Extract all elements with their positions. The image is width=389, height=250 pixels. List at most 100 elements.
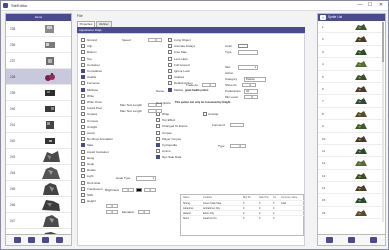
list-item[interactable]: 245 — [6, 181, 71, 197]
list-item[interactable]: 235 — [6, 21, 71, 37]
list-item[interactable]: 239 — [6, 85, 71, 101]
description-field[interactable]: This potion can only be consumed by Knig… — [174, 101, 274, 106]
list-item[interactable]: 246 — [6, 197, 71, 213]
flag-checkbox[interactable] — [168, 69, 172, 73]
flag-checkbox[interactable] — [156, 118, 160, 123]
duplicate-icon[interactable] — [42, 237, 49, 243]
flag-checkbox[interactable] — [81, 149, 85, 154]
flag-checkbox[interactable] — [81, 100, 85, 104]
sprite-list-item[interactable]: 14 — [318, 182, 385, 195]
flag-checkbox[interactable] — [81, 50, 85, 55]
type-select[interactable] — [238, 50, 258, 55]
flag-checkbox[interactable] — [81, 137, 85, 142]
flag-checkbox[interactable] — [81, 199, 85, 204]
flag-checkbox[interactable] — [168, 75, 172, 80]
trade-as-input[interactable]: 0 — [202, 83, 216, 87]
flag-checkbox[interactable] — [81, 131, 85, 135]
sprite-list-item[interactable]: 15 — [318, 194, 385, 207]
sprite-list-item[interactable]: 4 — [318, 58, 385, 71]
flag-checkbox[interactable] — [81, 124, 85, 129]
table-row[interactable]: Shem Gieamon Ou 0 0 0 — [181, 215, 304, 220]
flag-checkbox[interactable] — [168, 56, 172, 61]
flag-checkbox[interactable] — [156, 124, 160, 129]
file-menu[interactable]: File — [77, 14, 83, 18]
sprite-list-item[interactable]: 7 — [318, 95, 385, 108]
flag-checkbox[interactable] — [156, 143, 160, 147]
light-color-swatch[interactable] — [136, 188, 142, 192]
flag-checkbox[interactable] — [168, 50, 172, 55]
save-icon[interactable] — [14, 237, 21, 243]
sprite-list-item[interactable]: 1 — [318, 21, 385, 34]
flag-checkbox[interactable] — [81, 168, 85, 173]
elevation-input[interactable]: 0 — [138, 210, 150, 214]
flag-checkbox[interactable] — [168, 62, 172, 67]
flag-checkbox[interactable] — [168, 44, 172, 49]
sprite-list-item[interactable]: 11 — [318, 145, 385, 158]
minimize-button[interactable]: — — [355, 2, 365, 9]
show-as-input[interactable]: 0 — [242, 83, 256, 87]
flag-checkbox[interactable] — [81, 62, 85, 67]
new-item-icon[interactable] — [28, 237, 35, 243]
flag-checkbox[interactable] — [81, 44, 85, 49]
flag-checkbox[interactable] — [156, 155, 160, 160]
slot-select[interactable]: ▾ — [238, 65, 258, 70]
brightness-input[interactable]: 0 — [122, 188, 134, 192]
height-input[interactable]: 0 — [106, 210, 118, 214]
flag-checkbox[interactable] — [81, 180, 85, 185]
sprite-list-item[interactable]: 6 — [318, 83, 385, 96]
flag-checkbox[interactable] — [81, 38, 85, 42]
flag-checkbox[interactable] — [81, 75, 85, 80]
flag-checkbox[interactable] — [81, 56, 85, 61]
speed-input[interactable]: 0 — [148, 38, 162, 42]
list-item[interactable]: 244 — [6, 165, 71, 181]
sprite-list-item[interactable]: 2 — [318, 33, 385, 46]
hook-type-select[interactable]: ▾ — [136, 176, 156, 181]
maximize-button[interactable]: ☐ — [365, 2, 375, 9]
flag-checkbox[interactable] — [156, 130, 160, 135]
sprite-list-item[interactable]: 9 — [318, 120, 385, 133]
delete-icon[interactable] — [348, 237, 355, 243]
close-button[interactable]: ✕ — [376, 2, 386, 9]
list-item[interactable]: 247 — [6, 213, 71, 229]
flag-checkbox[interactable] — [81, 193, 85, 197]
list-item[interactable]: 242 — [6, 133, 71, 149]
flag-checkbox[interactable] — [81, 118, 85, 123]
flag-checkbox[interactable] — [81, 162, 85, 166]
import-icon[interactable] — [326, 237, 333, 243]
shift-input[interactable]: 0 — [106, 204, 118, 208]
sprite-list-item[interactable]: 5 — [318, 71, 385, 83]
flag-checkbox[interactable] — [81, 69, 85, 73]
scrollbar-thumb[interactable] — [382, 22, 384, 62]
flag-checkbox[interactable] — [168, 81, 172, 86]
flag-checkbox[interactable] — [168, 87, 172, 92]
export-icon[interactable] — [56, 237, 63, 243]
category-select[interactable]: Potions — [244, 77, 266, 82]
sprite-list-item[interactable]: 12 — [318, 157, 385, 170]
professions-select[interactable]: All — [244, 89, 258, 94]
unwrap-checkbox[interactable] — [203, 112, 207, 116]
list-item-selected[interactable]: 238 — [6, 69, 71, 85]
flag-checkbox[interactable] — [156, 136, 160, 141]
cyclopedia-type-input[interactable]: 0 — [230, 144, 246, 148]
color-swatch[interactable] — [238, 44, 248, 48]
list-item[interactable]: 241 — [6, 117, 71, 133]
min-level-input[interactable]: 0 — [244, 95, 258, 99]
list-item[interactable]: 243 — [6, 149, 71, 165]
flag-checkbox[interactable] — [81, 112, 85, 117]
sprite-list-item[interactable]: 8 — [318, 108, 385, 121]
scrollbar[interactable] — [382, 22, 384, 222]
format-id-input[interactable] — [230, 123, 244, 127]
list-item[interactable]: 236 — [6, 37, 71, 53]
add-sprite-icon[interactable]: + — [320, 15, 326, 20]
flag-checkbox[interactable] — [168, 38, 172, 42]
flag-checkbox[interactable] — [81, 87, 85, 92]
list-item[interactable]: 240 — [6, 101, 71, 117]
sprite-list-item[interactable]: 3 — [318, 46, 385, 59]
list-item[interactable]: 237 — [6, 53, 71, 69]
flag-checkbox[interactable] — [81, 93, 85, 98]
sprite-list-item[interactable]: 13 — [318, 170, 385, 183]
flag-checkbox[interactable] — [81, 106, 85, 111]
flag-checkbox[interactable] — [81, 155, 85, 160]
sprite-list-item[interactable]: 16 — [318, 207, 385, 220]
flag-checkbox[interactable] — [81, 186, 85, 191]
